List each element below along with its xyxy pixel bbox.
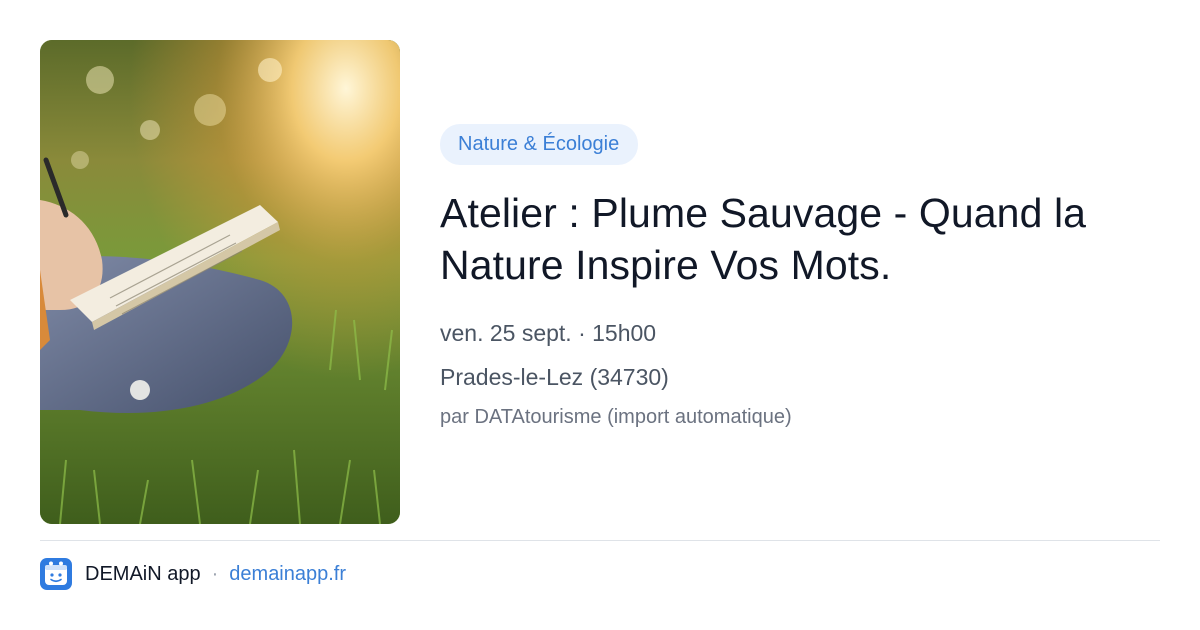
event-title[interactable]: Atelier : Plume Sauvage - Quand la Natur… bbox=[440, 187, 1160, 291]
category-badge[interactable]: Nature & Écologie bbox=[440, 124, 639, 165]
photo-illustration bbox=[40, 40, 400, 524]
footer-separator: · bbox=[211, 562, 219, 585]
demain-logo-icon[interactable] bbox=[40, 558, 72, 590]
event-details: Nature & Écologie Atelier : Plume Sauvag… bbox=[440, 124, 1160, 430]
event-datetime: ven. 25 sept. · 15h00 bbox=[440, 320, 657, 346]
app-domain-link[interactable]: demainapp.fr bbox=[229, 563, 346, 586]
event-location: Prades-le-Lez (34730) bbox=[440, 364, 669, 390]
event-photo bbox=[40, 40, 400, 524]
footer: DEMAiN app · demainapp.fr bbox=[40, 558, 346, 590]
app-name: DEMAiN app bbox=[85, 562, 201, 585]
footer-divider bbox=[40, 540, 1160, 541]
event-card[interactable]: Nature & Écologie Atelier : Plume Sauvag… bbox=[0, 0, 1200, 630]
event-source: par DATAtourisme (import automatique) bbox=[440, 406, 792, 428]
